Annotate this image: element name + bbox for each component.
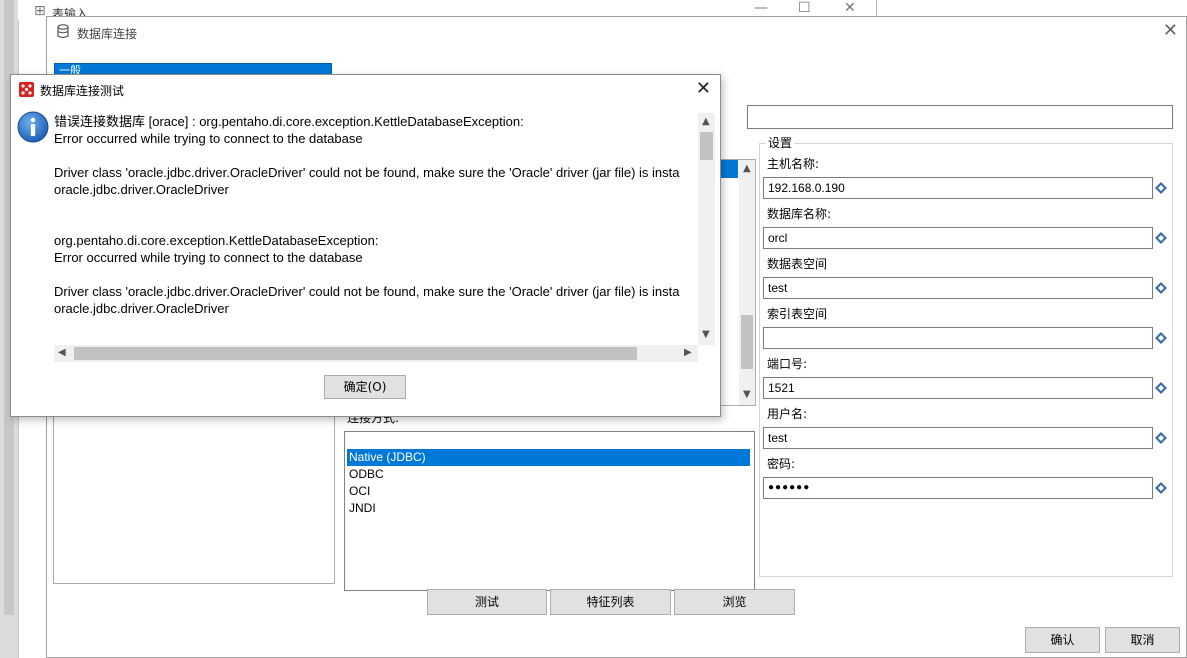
ok-button[interactable]: 确认: [1025, 627, 1100, 653]
scroll-down-icon[interactable]: ▼: [702, 329, 710, 340]
variable-icon[interactable]: [1155, 382, 1167, 394]
table-input-icon: ⊞: [34, 3, 46, 19]
feature-list-button[interactable]: 特征列表: [550, 589, 671, 615]
access-option-oci[interactable]: OCI: [347, 483, 750, 500]
close-button[interactable]: ✕: [844, 0, 856, 16]
host-label: 主机名称:: [767, 157, 820, 171]
host-input[interactable]: 192.168.0.190: [763, 177, 1153, 199]
error-line: Error occurred while trying to connect t…: [54, 250, 363, 265]
index-tablespace-input[interactable]: [763, 327, 1153, 349]
scroll-up-icon[interactable]: ▲: [743, 163, 751, 174]
access-option-jndi[interactable]: JNDI: [347, 500, 750, 517]
maximize-button[interactable]: ☐: [798, 0, 811, 16]
kettle-app-icon: [19, 82, 34, 97]
port-input[interactable]: 1521: [763, 377, 1153, 399]
error-line: Driver class 'oracle.jdbc.driver.OracleD…: [54, 284, 680, 299]
info-icon: [17, 111, 49, 143]
scrollbar-thumb[interactable]: [74, 347, 637, 360]
scrollbar-thumb[interactable]: [700, 132, 713, 160]
scrollbar-thumb[interactable]: [741, 315, 753, 369]
username-input[interactable]: test: [763, 427, 1153, 449]
error-line: oracle.jdbc.driver.OracleDriver: [54, 182, 229, 197]
access-option-odbc[interactable]: ODBC: [347, 466, 750, 483]
error-vertical-scrollbar[interactable]: ▲ ▼: [698, 113, 715, 345]
error-line: Driver class 'oracle.jdbc.driver.OracleD…: [54, 165, 680, 180]
database-name-input[interactable]: orcl: [763, 227, 1153, 249]
database-name-label: 数据库名称:: [767, 207, 832, 221]
error-message-text[interactable]: 错误连接数据库 [orace] : org.pentaho.di.core.ex…: [54, 113, 698, 345]
cancel-button[interactable]: 取消: [1105, 627, 1180, 653]
minimize-button[interactable]: —: [754, 0, 768, 16]
password-input[interactable]: ●●●●●●: [763, 477, 1153, 499]
error-line: org.pentaho.di.core.exception.KettleData…: [54, 233, 379, 248]
access-option-native-jdbc[interactable]: Native (JDBC): [347, 449, 750, 466]
tablespace-label: 数据表空间: [767, 257, 828, 271]
settings-group-title: 设置: [766, 134, 795, 151]
scroll-up-icon[interactable]: ▲: [702, 116, 710, 127]
scroll-down-icon[interactable]: ▼: [743, 389, 751, 400]
scroll-right-icon[interactable]: ▶: [684, 347, 692, 358]
error-dialog-title: 数据库连接测试: [40, 84, 125, 98]
variable-icon[interactable]: [1155, 332, 1167, 344]
close-icon[interactable]: ✕: [1163, 20, 1178, 41]
connection-test-dialog: 数据库连接测试 ✕ 错误连接数据库 [orace] : org.pentaho.…: [10, 74, 721, 417]
tablespace-input[interactable]: test: [763, 277, 1153, 299]
variable-icon[interactable]: [1155, 182, 1167, 194]
error-line: oracle.jdbc.driver.OracleDriver: [54, 301, 229, 316]
database-icon: [57, 24, 69, 39]
error-line: 错误连接数据库 [orace] : org.pentaho.di.core.ex…: [54, 114, 524, 129]
port-label: 端口号:: [767, 357, 808, 371]
scroll-left-icon[interactable]: ◀: [58, 347, 66, 358]
connection-type-scrollbar[interactable]: ▲ ▼: [739, 160, 755, 405]
error-horizontal-scrollbar[interactable]: ◀ ▶: [54, 345, 698, 362]
test-button[interactable]: 测试: [427, 589, 547, 615]
variable-icon[interactable]: [1155, 482, 1167, 494]
dialog-title: 数据库连接: [77, 27, 138, 41]
explore-button[interactable]: 浏览: [674, 589, 795, 615]
variable-icon[interactable]: [1155, 282, 1167, 294]
username-label: 用户名:: [767, 407, 808, 421]
index-tablespace-label: 索引表空间: [767, 307, 828, 321]
variable-icon[interactable]: [1155, 432, 1167, 444]
confirm-button[interactable]: 确定(O): [324, 375, 406, 399]
close-icon[interactable]: ✕: [696, 78, 711, 99]
variable-icon[interactable]: [1155, 232, 1167, 244]
dialog-titlebar: 数据库连接 ✕: [47, 17, 1186, 47]
password-label: 密码:: [767, 457, 796, 471]
access-method-list[interactable]: Native (JDBC) ODBC OCI JNDI: [344, 431, 755, 591]
connection-name-input[interactable]: [747, 105, 1173, 129]
error-line: Error occurred while trying to connect t…: [54, 131, 363, 146]
